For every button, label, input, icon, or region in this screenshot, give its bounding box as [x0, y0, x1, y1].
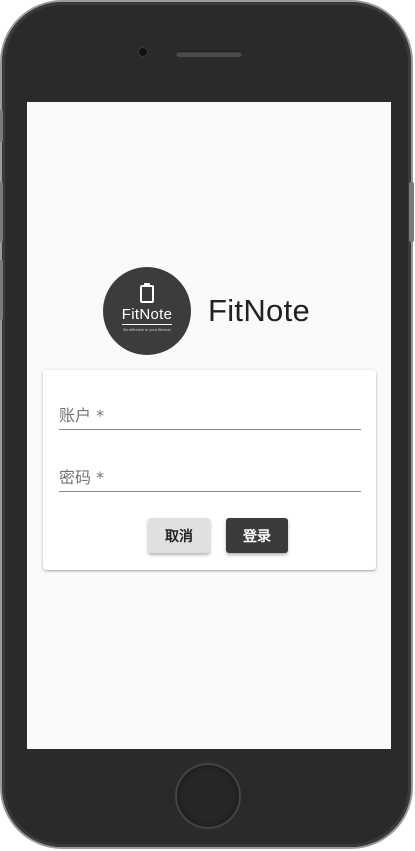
volume-up-button — [0, 182, 3, 242]
phone-frame: FitNote Be effective in your fitness! Fi… — [0, 2, 414, 847]
password-field[interactable] — [59, 463, 361, 492]
earpiece-speaker — [176, 51, 242, 57]
volume-down-button — [0, 260, 3, 320]
mute-switch — [0, 110, 3, 142]
logo-tagline: Be effective in your fitness! — [123, 326, 171, 332]
home-button[interactable] — [177, 765, 239, 827]
login-card: 取消 登录 — [43, 370, 376, 570]
clipboard-icon — [140, 282, 154, 303]
app-screen: FitNote Be effective in your fitness! Fi… — [27, 102, 391, 749]
app-title: FitNote — [208, 293, 311, 328]
front-camera — [139, 48, 147, 56]
brand-header: FitNote Be effective in your fitness! Fi… — [103, 266, 310, 356]
cancel-button[interactable]: 取消 — [148, 518, 210, 553]
account-field[interactable] — [59, 401, 361, 430]
account-input[interactable] — [59, 401, 361, 429]
password-input[interactable] — [59, 463, 361, 491]
power-button — [409, 182, 414, 242]
logo-text: FitNote — [121, 305, 173, 325]
fitnote-logo: FitNote Be effective in your fitness! — [103, 267, 191, 355]
login-button[interactable]: 登录 — [226, 518, 288, 553]
